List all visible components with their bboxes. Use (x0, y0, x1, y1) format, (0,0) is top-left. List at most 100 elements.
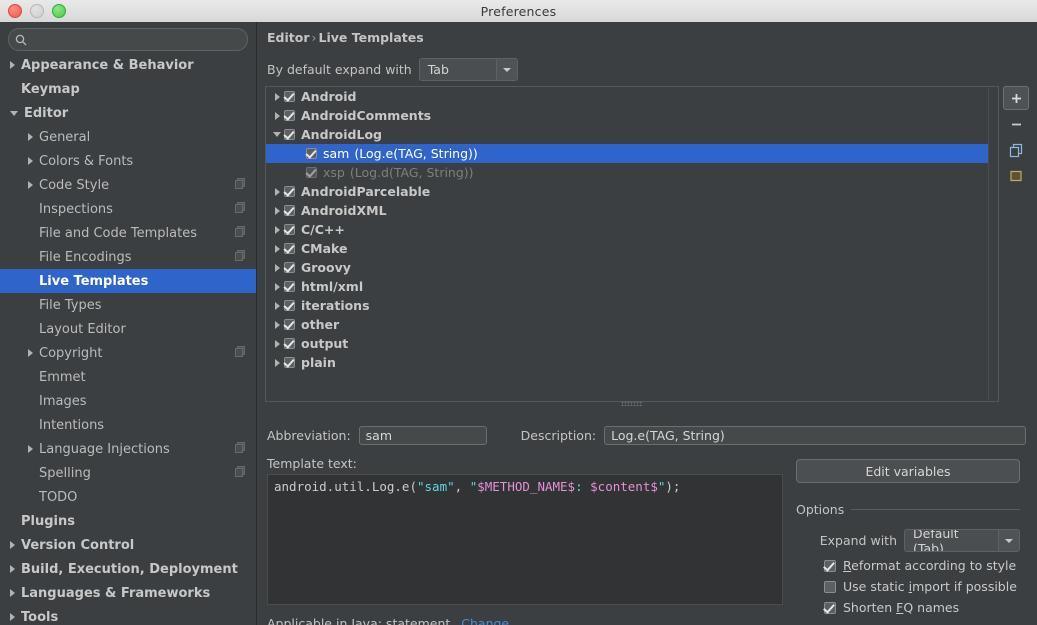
sidebar-item-appearance-behavior[interactable]: Appearance & Behavior (0, 53, 256, 77)
template-enabled-checkbox[interactable] (284, 357, 295, 368)
template-enabled-checkbox[interactable] (284, 110, 295, 121)
edit-variables-button[interactable]: Edit variables (796, 459, 1020, 483)
chevron-right-icon[interactable] (10, 61, 15, 69)
search-box[interactable] (8, 28, 248, 51)
template-enabled-checkbox[interactable] (284, 129, 295, 140)
option-checkbox-row[interactable]: Shorten FQ names (796, 600, 1020, 615)
sidebar-item-editor[interactable]: Editor (0, 101, 256, 125)
chevron-right-icon[interactable] (270, 339, 284, 348)
chevron-down-icon[interactable] (495, 59, 517, 80)
add-template-button[interactable] (1003, 86, 1029, 110)
sidebar-item-languages-frameworks[interactable]: Languages & Frameworks (0, 581, 256, 605)
sidebar-item-intentions[interactable]: Intentions (0, 413, 256, 437)
template-tree-row[interactable]: AndroidComments (266, 106, 998, 125)
option-checkbox[interactable] (824, 601, 836, 614)
template-tree-row[interactable]: C/C++ (266, 220, 998, 239)
chevron-right-icon[interactable] (270, 320, 284, 329)
sidebar-item-images[interactable]: Images (0, 389, 256, 413)
template-enabled-checkbox[interactable] (284, 243, 295, 254)
chevron-right-icon[interactable] (270, 282, 284, 291)
chevron-right-icon[interactable] (270, 187, 284, 196)
chevron-right-icon[interactable] (270, 206, 284, 215)
option-checkbox[interactable] (824, 580, 836, 593)
template-tree-row[interactable]: Groovy (266, 258, 998, 277)
template-enabled-checkbox[interactable] (284, 186, 295, 197)
chevron-right-icon[interactable] (10, 613, 15, 621)
sidebar-item-colors-fonts[interactable]: Colors & Fonts (0, 149, 256, 173)
template-tree-row[interactable]: other (266, 315, 998, 334)
close-button[interactable] (8, 4, 22, 18)
abbreviation-input[interactable]: sam (358, 426, 487, 445)
sidebar-item-live-templates[interactable]: Live Templates (0, 269, 256, 293)
template-tree-row[interactable]: output (266, 334, 998, 353)
template-tree-row[interactable]: AndroidParcelable (266, 182, 998, 201)
chevron-right-icon[interactable] (28, 349, 33, 357)
template-text-editor[interactable]: android.util.Log.e("sam", "$METHOD_NAME$… (267, 474, 783, 605)
default-expand-select[interactable]: Tab (418, 58, 518, 81)
template-tree-row[interactable]: html/xml (266, 277, 998, 296)
chevron-right-icon[interactable] (270, 263, 284, 272)
option-checkbox-row[interactable]: Use static import if possible (796, 579, 1020, 594)
template-enabled-checkbox[interactable] (306, 148, 317, 159)
template-enabled-checkbox[interactable] (284, 319, 295, 330)
chevron-down-icon[interactable] (270, 132, 284, 137)
template-tree-row[interactable]: xsp (Log.d(TAG, String)) (266, 163, 998, 182)
option-checkbox-row[interactable]: Reformat according to style (796, 558, 1020, 573)
chevron-right-icon[interactable] (270, 301, 284, 310)
sidebar-item-general[interactable]: General (0, 125, 256, 149)
sidebar-item-file-encodings[interactable]: File Encodings (0, 245, 256, 269)
panel-splitter[interactable] (265, 399, 999, 407)
chevron-right-icon[interactable] (10, 589, 15, 597)
breadcrumb-root[interactable]: Editor (267, 30, 310, 45)
template-tree-row[interactable]: AndroidXML (266, 201, 998, 220)
option-checkbox[interactable] (824, 559, 836, 572)
sidebar-item-layout-editor[interactable]: Layout Editor (0, 317, 256, 341)
chevron-right-icon[interactable] (10, 565, 15, 573)
chevron-right-icon[interactable] (270, 244, 284, 253)
template-tree-row[interactable]: CMake (266, 239, 998, 258)
remove-template-button[interactable] (1003, 112, 1029, 136)
template-enabled-checkbox[interactable] (284, 300, 295, 311)
sidebar-item-build-execution-deployment[interactable]: Build, Execution, Deployment (0, 557, 256, 581)
template-enabled-checkbox[interactable] (284, 205, 295, 216)
chevron-right-icon[interactable] (28, 181, 33, 189)
template-tree-row[interactable]: Android (266, 87, 998, 106)
description-input[interactable]: Log.e(TAG, String) (604, 426, 1027, 445)
template-tree-panel[interactable]: Android AndroidComments AndroidLog sam (Log.… (265, 86, 999, 402)
sidebar-item-plugins[interactable]: Plugins (0, 509, 256, 533)
sidebar-item-code-style[interactable]: Code Style (0, 173, 256, 197)
chevron-right-icon[interactable] (28, 445, 33, 453)
template-enabled-checkbox[interactable] (284, 91, 295, 102)
template-enabled-checkbox[interactable] (284, 262, 295, 273)
chevron-right-icon[interactable] (28, 133, 33, 141)
sidebar-item-version-control[interactable]: Version Control (0, 533, 256, 557)
template-enabled-checkbox[interactable] (306, 167, 317, 178)
change-context-link[interactable]: Change (454, 616, 509, 625)
minimize-button[interactable] (30, 4, 44, 18)
chevron-right-icon[interactable] (270, 358, 284, 367)
template-enabled-checkbox[interactable] (284, 338, 295, 349)
template-enabled-checkbox[interactable] (284, 224, 295, 235)
sidebar-item-language-injections[interactable]: Language Injections (0, 437, 256, 461)
template-enabled-checkbox[interactable] (284, 281, 295, 292)
zoom-button[interactable] (52, 4, 66, 18)
chevron-right-icon[interactable] (270, 225, 284, 234)
template-tree-row[interactable]: AndroidLog (266, 125, 998, 144)
sidebar-item-todo[interactable]: TODO (0, 485, 256, 509)
template-tree-row[interactable]: sam (Log.e(TAG, String)) (266, 144, 998, 163)
chevron-right-icon[interactable] (270, 111, 284, 120)
template-tree-row[interactable]: plain (266, 353, 998, 372)
sidebar-item-keymap[interactable]: Keymap (0, 77, 256, 101)
chevron-right-icon[interactable] (28, 157, 33, 165)
sidebar-item-copyright[interactable]: Copyright (0, 341, 256, 365)
chevron-down-icon[interactable] (10, 110, 18, 116)
sidebar-item-emmet[interactable]: Emmet (0, 365, 256, 389)
sidebar-item-tools[interactable]: Tools (0, 605, 256, 625)
duplicate-template-button[interactable] (1003, 138, 1029, 162)
chevron-down-icon[interactable] (998, 530, 1019, 551)
sidebar-item-file-and-code-templates[interactable]: File and Code Templates (0, 221, 256, 245)
search-input[interactable] (33, 32, 247, 47)
template-tree-scrollbar[interactable] (988, 87, 998, 401)
sidebar-item-spelling[interactable]: Spelling (0, 461, 256, 485)
template-tree-row[interactable]: iterations (266, 296, 998, 315)
